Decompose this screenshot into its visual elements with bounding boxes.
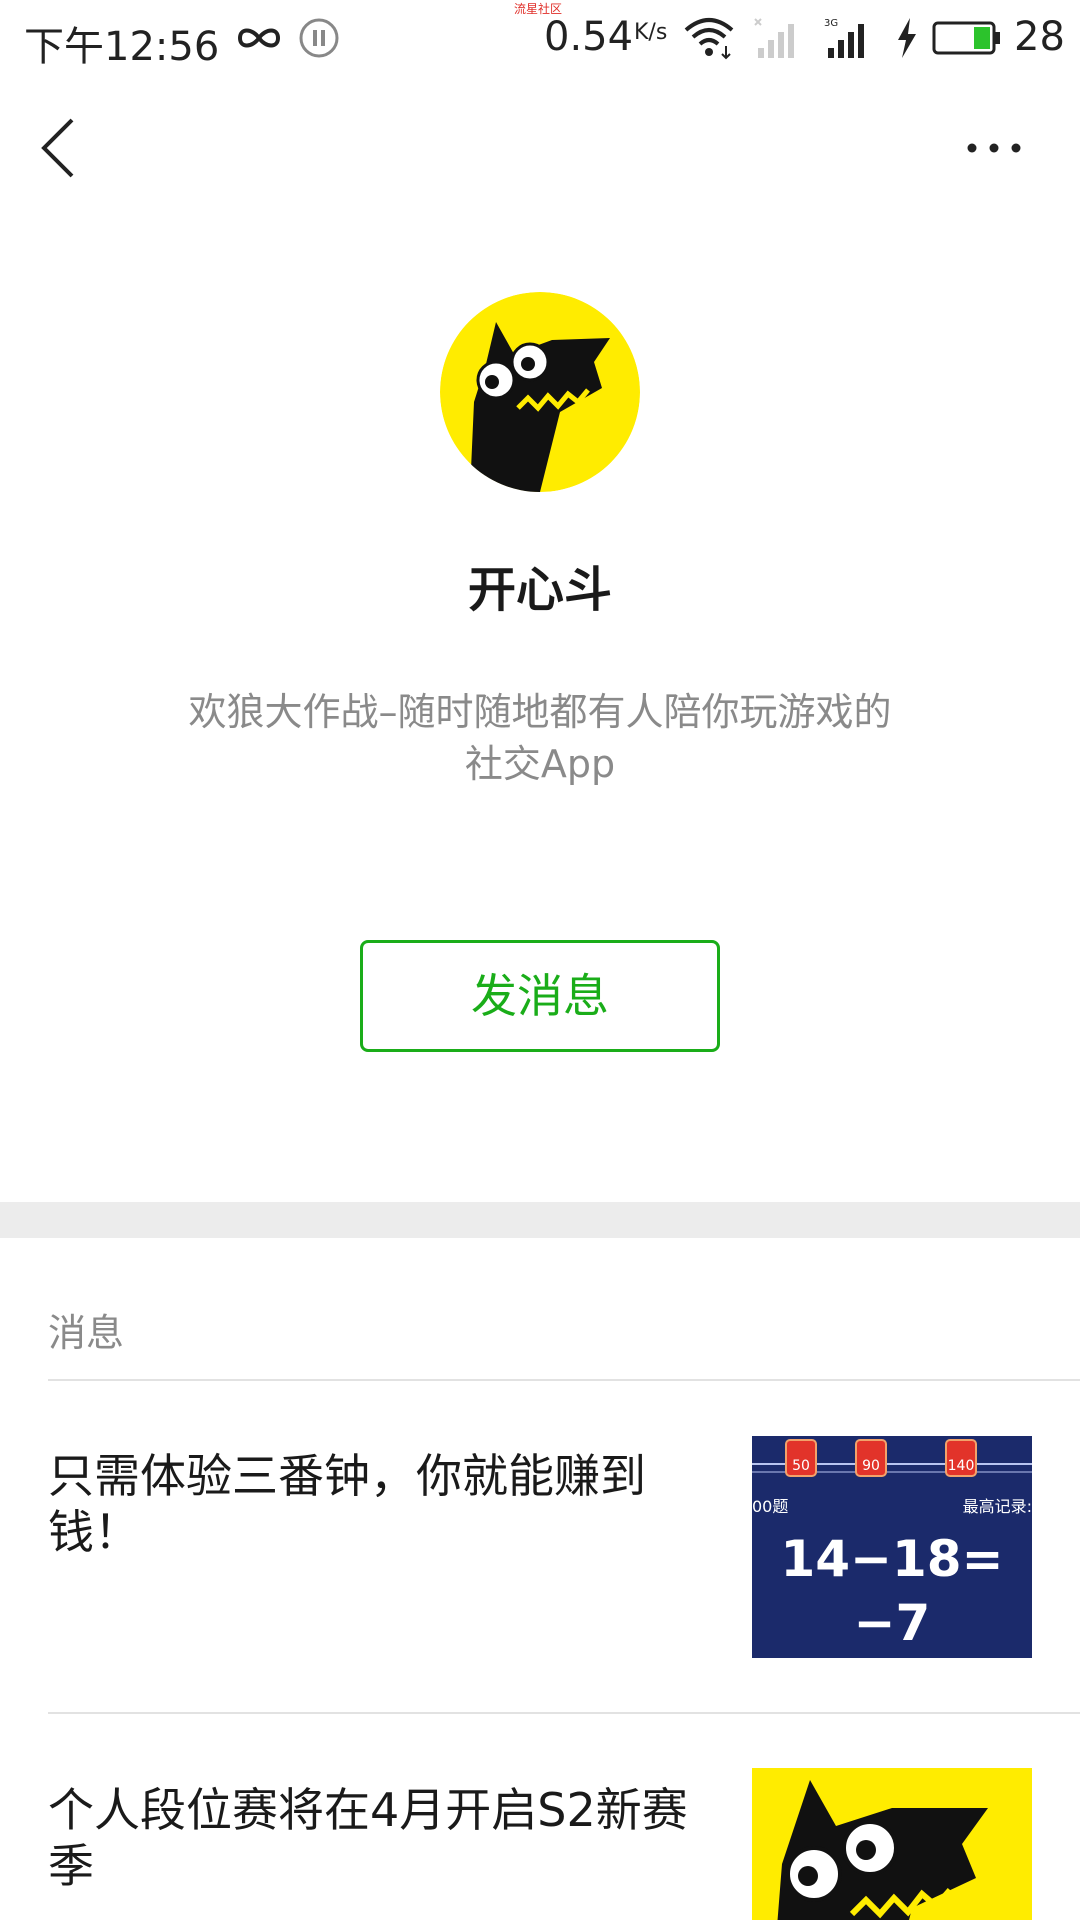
pause-icon bbox=[299, 18, 339, 58]
battery-level: 28 bbox=[1014, 14, 1065, 60]
thumb-badge: 90 bbox=[862, 1458, 880, 1474]
battery-icon bbox=[932, 21, 1000, 55]
more-dots-icon[interactable] bbox=[958, 122, 1030, 174]
wolf-logo-icon bbox=[752, 1768, 1032, 1920]
profile-description: 欢狼大作战–随时随地都有人陪你玩游戏的社交App bbox=[188, 690, 892, 786]
back-chevron-icon[interactable] bbox=[30, 112, 90, 184]
status-bar: 下午12:56 流星社区 0.54 K/s 3G 28 bbox=[0, 0, 1080, 76]
thumb-badge: 50 bbox=[792, 1458, 810, 1474]
network-speed-unit: K/s bbox=[634, 20, 668, 45]
profile-name: 开心斗 bbox=[467, 562, 612, 618]
charging-icon bbox=[898, 18, 916, 58]
signal-3g-icon: 3G bbox=[824, 18, 864, 58]
message-title: 个人段位赛将在4月开启S2新赛季 bbox=[48, 1783, 688, 1893]
avatar bbox=[440, 292, 640, 492]
wifi-icon bbox=[684, 18, 734, 60]
thumb-badge: 140 bbox=[948, 1458, 975, 1474]
message-title: 只需体验三番钟，你就能赚到钱！ bbox=[48, 1449, 646, 1559]
official-account-profile-screen: 下午12:56 流星社区 0.54 K/s 3G 28 开心斗 欢狼大作战–随时… bbox=[0, 0, 1080, 1920]
status-time: 下午12:56 bbox=[24, 24, 220, 70]
send-message-button[interactable]: 发消息 bbox=[360, 940, 720, 1052]
svg-text:3G: 3G bbox=[824, 18, 838, 29]
thumb-equation: 14−18= bbox=[781, 1530, 1004, 1588]
list-item[interactable]: 只需体验三番钟，你就能赚到钱！ 50 90 140 00题 最高记录: 14−1… bbox=[0, 1380, 1080, 1712]
thumb-answer: −7 bbox=[854, 1594, 931, 1652]
messages-section-label: 消息 bbox=[48, 1311, 125, 1355]
message-thumbnail: 50 90 140 00题 最高记录: 14−18= −7 bbox=[752, 1436, 1032, 1658]
section-divider bbox=[0, 1202, 1080, 1238]
list-item[interactable]: 个人段位赛将在4月开启S2新赛季 bbox=[0, 1714, 1080, 1920]
thumb-right-text: 最高记录: bbox=[963, 1497, 1032, 1516]
thumb-left-text: 00题 bbox=[752, 1497, 788, 1516]
network-speed: 0.54 bbox=[544, 14, 634, 60]
infinity-icon bbox=[237, 28, 281, 48]
signal-icon bbox=[754, 18, 794, 58]
